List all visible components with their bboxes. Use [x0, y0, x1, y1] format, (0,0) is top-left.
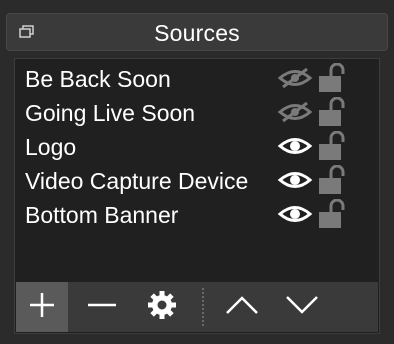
lock-open-icon[interactable]	[317, 164, 345, 195]
source-properties-button[interactable]	[136, 282, 188, 332]
chevron-up-icon	[224, 293, 260, 322]
dock-title: Sources	[154, 20, 240, 46]
source-label[interactable]: Video Capture Device	[25, 167, 279, 195]
lock-open-icon[interactable]	[317, 130, 345, 161]
toolbar-separator	[202, 288, 204, 326]
chevron-down-icon	[284, 293, 320, 322]
dock-titlebar[interactable]: Sources	[6, 13, 388, 51]
add-source-button[interactable]	[16, 282, 68, 332]
source-label[interactable]: Be Back Soon	[25, 65, 279, 93]
gear-icon	[147, 290, 177, 325]
lock-open-icon[interactable]	[317, 62, 345, 93]
source-label[interactable]: Going Live Soon	[25, 99, 279, 127]
minus-icon	[86, 291, 118, 324]
plus-icon	[28, 291, 56, 324]
eye-slash-icon[interactable]	[277, 101, 313, 123]
sources-dock: Sources Be Back Soon Going Live Soon Log…	[0, 0, 394, 344]
eye-slash-icon[interactable]	[277, 67, 313, 89]
lock-open-icon[interactable]	[317, 198, 345, 229]
remove-source-button[interactable]	[76, 282, 128, 332]
sources-toolbar	[16, 282, 378, 332]
move-down-button[interactable]	[276, 282, 328, 332]
source-row[interactable]: Going Live Soon	[15, 95, 379, 129]
source-label[interactable]: Bottom Banner	[25, 201, 279, 229]
source-row[interactable]: Logo	[15, 129, 379, 163]
sources-panel: Be Back Soon Going Live Soon Logo Video …	[14, 58, 380, 334]
eye-icon[interactable]	[277, 135, 313, 157]
source-row[interactable]: Video Capture Device	[15, 163, 379, 197]
eye-icon[interactable]	[277, 169, 313, 191]
source-row[interactable]: Be Back Soon	[15, 61, 379, 95]
move-up-button[interactable]	[216, 282, 268, 332]
lock-open-icon[interactable]	[317, 96, 345, 127]
sources-list: Be Back Soon Going Live Soon Logo Video …	[15, 59, 379, 231]
eye-icon[interactable]	[277, 203, 313, 225]
source-label[interactable]: Logo	[25, 133, 279, 161]
source-row[interactable]: Bottom Banner	[15, 197, 379, 231]
